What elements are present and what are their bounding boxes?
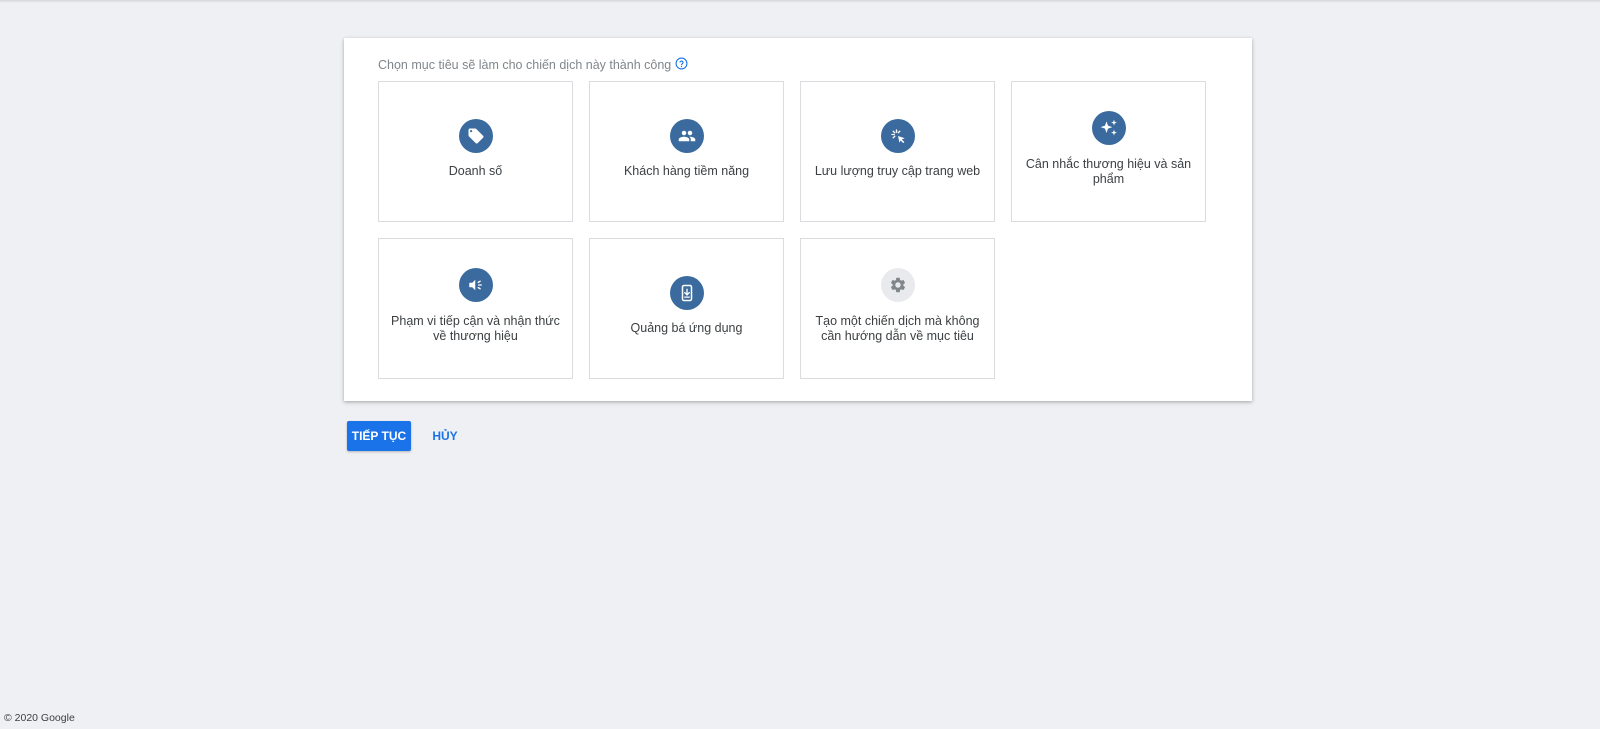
cancel-button[interactable]: HỦY	[428, 421, 462, 451]
cursor-click-icon	[881, 119, 915, 153]
goal-label-no-goal: Tạo một chiến dịch mà không cần hướng dẫ…	[815, 314, 980, 343]
goal-tile-sales[interactable]: Doanh số	[378, 81, 573, 222]
tag-icon	[459, 119, 493, 153]
copyright-footer: © 2020 Google	[4, 712, 75, 724]
goal-label-sales: Doanh số	[448, 164, 503, 178]
goal-label-brand-awareness: Phạm vi tiếp cận và nhận thức về thương …	[391, 314, 560, 343]
goal-tile-brand-consideration[interactable]: Cân nhắc thương hiệu và sản phẩm	[1011, 81, 1206, 222]
goal-label-brand-consideration: Cân nhắc thương hiệu và sản phẩm	[1025, 157, 1192, 186]
goal-prompt: Chọn mục tiêu sẽ làm cho chiến dịch này …	[378, 57, 688, 72]
goal-tile-leads[interactable]: Khách hàng tiềm năng	[589, 81, 784, 222]
people-icon	[670, 119, 704, 153]
sparkle-icon	[1092, 111, 1126, 145]
megaphone-icon	[459, 268, 493, 302]
goal-tile-brand-awareness[interactable]: Phạm vi tiếp cận và nhận thức về thương …	[378, 238, 573, 379]
gear-icon	[881, 268, 915, 302]
goal-prompt-text: Chọn mục tiêu sẽ làm cho chiến dịch này …	[378, 58, 672, 72]
goal-tile-no-goal[interactable]: Tạo một chiến dịch mà không cần hướng dẫ…	[800, 238, 995, 379]
goal-label-website-traffic: Lưu lượng truy cập trang web	[814, 164, 981, 178]
goal-selection-card: Chọn mục tiêu sẽ làm cho chiến dịch này …	[344, 38, 1252, 401]
goal-label-leads: Khách hàng tiềm năng	[623, 164, 750, 178]
goal-label-app-promotion: Quảng bá ứng dụng	[630, 321, 743, 335]
goal-tile-app-promotion[interactable]: Quảng bá ứng dụng	[589, 238, 784, 379]
top-bar-shadow	[0, 0, 1600, 3]
mobile-download-icon	[670, 276, 704, 310]
help-circle-icon[interactable]	[675, 57, 688, 70]
goal-tile-website-traffic[interactable]: Lưu lượng truy cập trang web	[800, 81, 995, 222]
continue-button[interactable]: TIẾP TỤC	[347, 421, 411, 451]
